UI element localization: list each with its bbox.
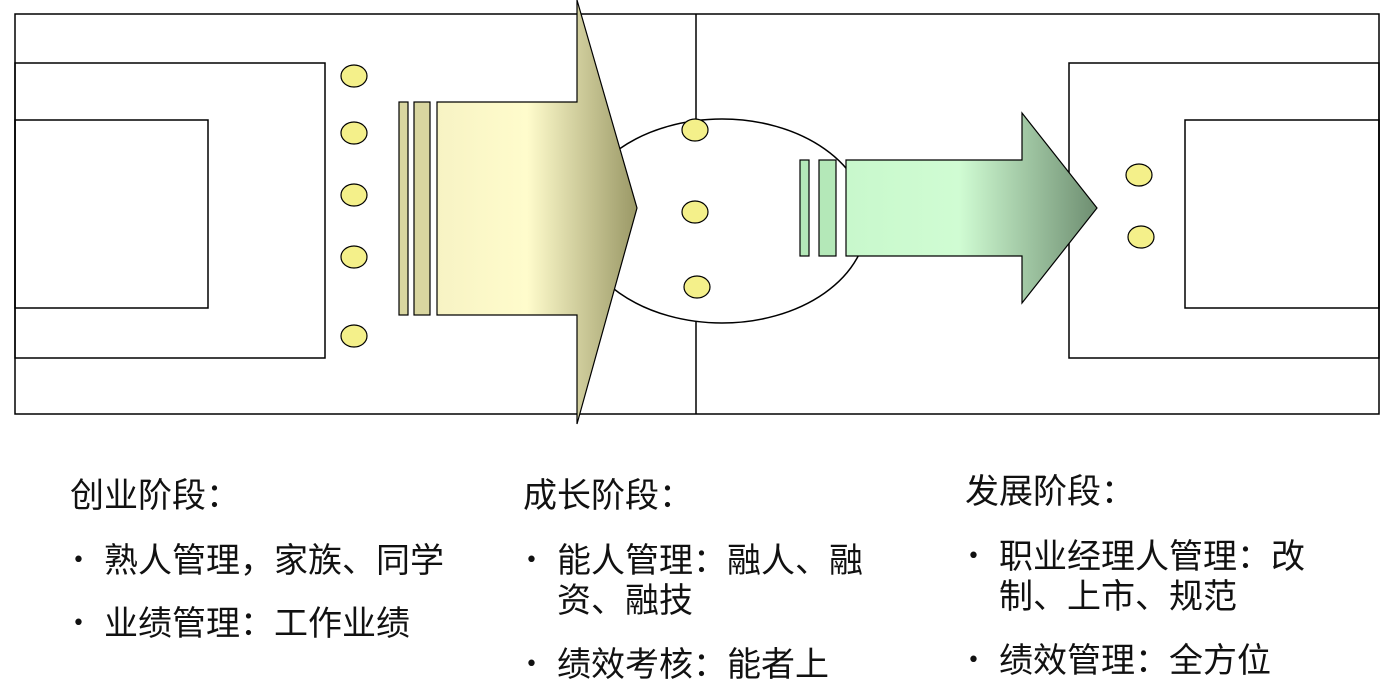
small-arrow <box>845 111 1098 305</box>
development-item-1: • 职业经理人管理：改制、上市、规范 <box>965 537 1329 617</box>
dot <box>1127 225 1155 249</box>
bullet: • <box>72 611 85 636</box>
development-stage-column: 发展阶段： • 职业经理人管理：改制、上市、规范 • 绩效管理：全方位 <box>965 472 1385 681</box>
dot <box>681 200 709 224</box>
growth-item-2: • 绩效考核：能者上 <box>523 645 908 685</box>
bullet: • <box>967 648 980 673</box>
startup-item-1: • 熟人管理，家族、同学 <box>70 541 490 581</box>
dot <box>1125 163 1153 187</box>
dot <box>340 121 368 145</box>
development-stage-title: 发展阶段： <box>965 472 1135 512</box>
development-box-inner <box>1184 119 1380 309</box>
bullet: • <box>525 548 538 573</box>
startup-box-inner <box>14 119 209 309</box>
startup-item-2: • 业绩管理：工作业绩 <box>70 604 490 644</box>
dot <box>340 183 368 207</box>
small-arrow-stripe-2 <box>818 159 837 257</box>
development-box-outer <box>1068 62 1380 359</box>
dot <box>340 64 368 88</box>
bullet: • <box>967 544 980 569</box>
startup-item-2-text: 业绩管理：工作业绩 <box>104 604 410 644</box>
dot <box>340 245 368 269</box>
development-item-1-text: 职业经理人管理：改制、上市、规范 <box>999 537 1305 617</box>
big-arrow-stripe-2 <box>413 101 431 316</box>
dot <box>683 275 711 299</box>
growth-item-1-text: 能人管理：融人、融资、融技 <box>557 541 863 621</box>
startup-box-outer <box>14 62 326 359</box>
bullet: • <box>72 548 85 573</box>
development-item-2-text: 绩效管理：全方位 <box>999 641 1271 681</box>
growth-stage-column: 成长阶段： • 能人管理：融人、融资、融技 • 绩效考核：能者上 <box>523 476 908 685</box>
startup-dots <box>340 64 368 348</box>
small-arrow-stripe-1 <box>799 159 810 257</box>
growth-item-1: • 能人管理：融人、融资、融技 <box>523 541 907 621</box>
development-dots <box>1125 163 1155 249</box>
development-item-2: • 绩效管理：全方位 <box>965 641 1385 681</box>
big-arrow <box>436 0 638 425</box>
bullet: • <box>525 652 538 677</box>
dot <box>340 324 368 348</box>
big-arrow-stripe-1 <box>398 101 409 316</box>
startup-stage-title: 创业阶段： <box>70 476 240 516</box>
startup-item-1-text: 熟人管理，家族、同学 <box>104 541 444 581</box>
growth-stage-title: 成长阶段： <box>523 476 693 516</box>
growth-item-2-text: 绩效考核：能者上 <box>557 645 829 685</box>
dot <box>681 118 709 142</box>
growth-stage-diagram <box>14 0 1380 425</box>
startup-stage-column: 创业阶段： • 熟人管理，家族、同学 • 业绩管理：工作业绩 <box>70 476 490 644</box>
